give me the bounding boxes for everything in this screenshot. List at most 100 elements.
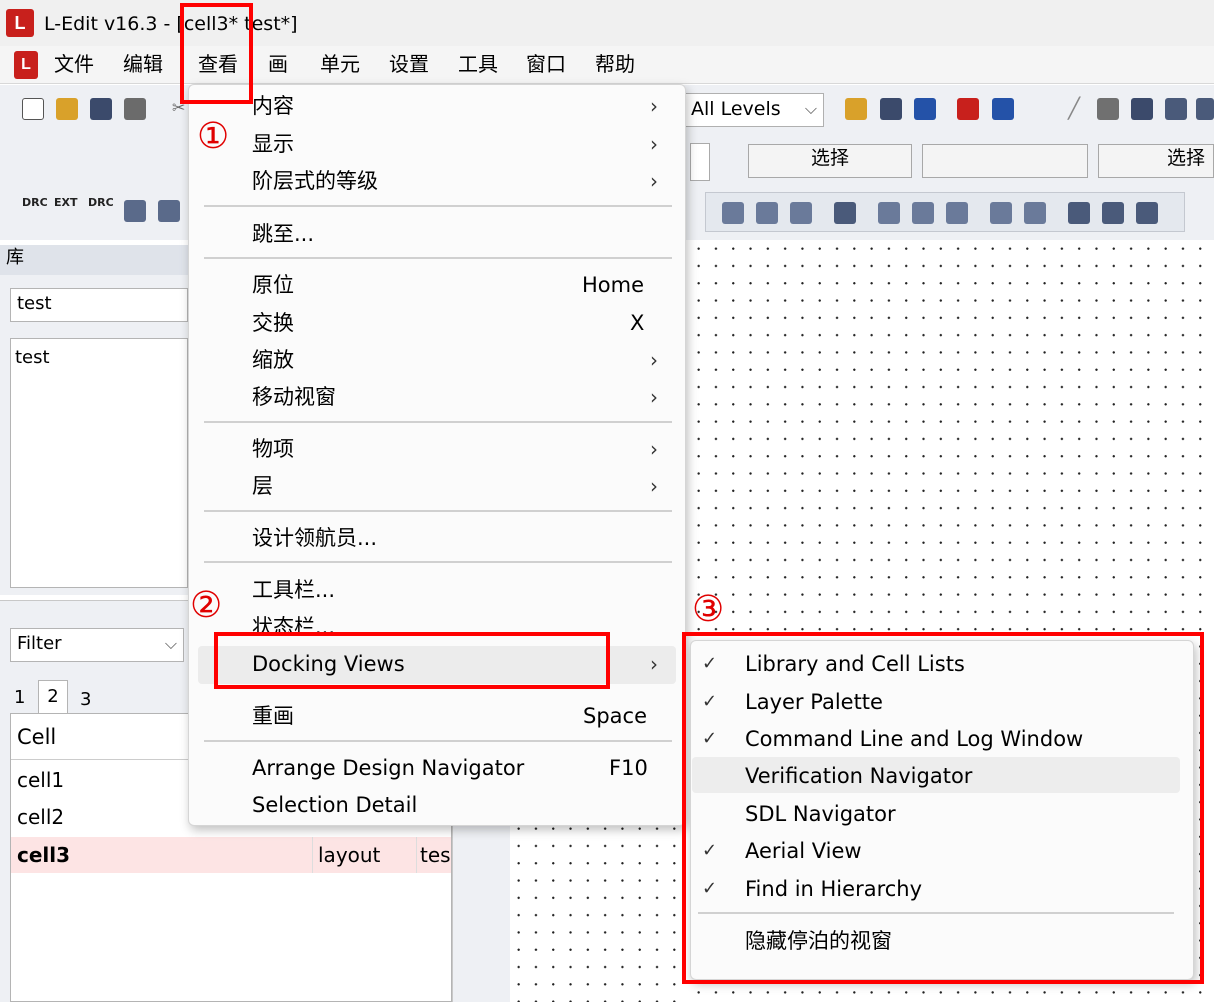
export-icon[interactable] — [1196, 98, 1214, 120]
align-middle-icon[interactable] — [912, 202, 934, 224]
print-icon[interactable] — [124, 98, 146, 120]
align-bottom-icon[interactable] — [946, 202, 968, 224]
cell-column-header[interactable]: Cell — [11, 714, 189, 760]
menu-item-hierarchy-levels[interactable]: 阶层式的等级 — [252, 167, 378, 195]
align-left-icon[interactable] — [722, 202, 744, 224]
chevron-right-icon: › — [650, 652, 658, 676]
menu-draw[interactable]: 画 — [268, 51, 288, 77]
wrench-icon[interactable] — [124, 200, 146, 222]
menu-separator — [204, 205, 672, 207]
selected-table-row[interactable] — [11, 837, 451, 873]
layout-icon-2[interactable] — [1102, 202, 1124, 224]
menu-cell[interactable]: 单元 — [320, 51, 360, 77]
step-1-marker: ① — [197, 116, 230, 157]
filter-combo[interactable]: Filter ⌵ — [10, 628, 184, 662]
filter-value: Filter — [17, 633, 62, 654]
drc-run-icon[interactable]: DRC — [22, 196, 48, 209]
menu-item-design-navigator[interactable]: 设计领航员... — [252, 524, 377, 552]
cell-tab-3[interactable]: 3 — [80, 686, 91, 714]
refresh-icon[interactable] — [914, 98, 936, 120]
open-folder-icon[interactable] — [56, 98, 78, 120]
column-divider — [312, 837, 313, 873]
levels-combo-value: All Levels — [691, 98, 781, 120]
menu-item-redraw[interactable]: 重画 — [252, 702, 294, 730]
ext-run-icon[interactable]: EXT — [54, 196, 78, 209]
menu-item-goto[interactable]: 跳至... — [252, 220, 314, 248]
library-list-item[interactable]: test — [11, 339, 187, 376]
shortcut-arrange-navigator: F10 — [609, 756, 648, 780]
distribute-h-icon[interactable] — [990, 202, 1012, 224]
chip-icon[interactable] — [834, 202, 856, 224]
chevron-down-icon: ⌵ — [804, 99, 817, 118]
library-name-field[interactable]: test — [10, 288, 188, 322]
menu-item-layers[interactable]: 层 — [252, 472, 273, 500]
copy-icon[interactable] — [880, 98, 902, 120]
levels-combo[interactable]: All Levels ⌵ — [684, 93, 824, 127]
menu-item-zoom[interactable]: 缩放 — [252, 346, 294, 374]
drc-check-icon[interactable]: DRC — [88, 196, 114, 209]
library-list[interactable]: test — [10, 338, 188, 588]
menu-window[interactable]: 窗口 — [526, 51, 566, 77]
menu-item-display[interactable]: 显示 — [252, 130, 294, 158]
select-button-2[interactable]: 选择 — [1098, 144, 1214, 178]
layout-canvas-lower[interactable] — [510, 820, 690, 1002]
menu-item-pan[interactable]: 移动视窗 — [252, 383, 336, 411]
chevron-right-icon: › — [650, 437, 658, 461]
menu-item-arrange-navigator[interactable]: Arrange Design Navigator — [252, 754, 524, 782]
chevron-right-icon: › — [650, 474, 658, 498]
menu-item-toolbars[interactable]: 工具栏... — [252, 576, 335, 604]
field-box[interactable] — [690, 143, 710, 181]
new-file-icon[interactable] — [22, 98, 44, 120]
menu-item-exchange[interactable]: 交换 — [252, 309, 294, 337]
cell-tab-1[interactable]: 1 — [14, 684, 25, 712]
menu-item-content[interactable]: 内容 — [252, 92, 294, 120]
layout-icon-3[interactable] — [1136, 202, 1158, 224]
tool-settings-icon[interactable] — [158, 200, 180, 222]
chevron-right-icon: › — [650, 385, 658, 409]
menu-item-statusbar[interactable]: 状态栏... — [252, 613, 335, 633]
distribute-v-icon[interactable] — [1024, 202, 1046, 224]
app-menu-icon[interactable]: L — [14, 51, 38, 79]
shortcut-redraw: Space — [583, 704, 647, 728]
select-button-1[interactable]: 选择 — [748, 144, 912, 178]
menu-item-selection-detail[interactable]: Selection Detail — [252, 791, 417, 819]
menu-setup[interactable]: 设置 — [389, 51, 429, 77]
cell-name: cell3 — [17, 843, 71, 867]
side-dock-strip — [452, 820, 510, 1002]
library-panel-header: 库 — [0, 245, 188, 275]
column-divider — [416, 837, 417, 873]
step-2-marker: ② — [190, 585, 223, 626]
align-top-icon[interactable] — [878, 202, 900, 224]
app-logo-icon: L — [6, 9, 34, 37]
shortcut-home: Home — [582, 273, 645, 297]
save-all-2-icon[interactable] — [1131, 98, 1153, 120]
menu-edit[interactable]: 编辑 — [123, 51, 163, 77]
annotation-box-view-menu — [180, 3, 253, 104]
menu-help[interactable]: 帮助 — [595, 51, 635, 77]
save-icon[interactable] — [1097, 98, 1119, 120]
chevron-right-icon: › — [650, 132, 658, 156]
annotation-box-docking-views — [214, 632, 610, 689]
line-tool-icon[interactable]: ╱ — [1068, 96, 1088, 122]
align-center-icon[interactable] — [756, 202, 778, 224]
menu-item-objects[interactable]: 物项 — [252, 435, 294, 463]
chevron-right-icon: › — [650, 94, 658, 118]
shortcut-exchange: X — [630, 311, 645, 335]
menu-separator — [204, 561, 672, 563]
menu-tools[interactable]: 工具 — [458, 51, 498, 77]
menu-separator — [204, 257, 672, 259]
align-right-icon[interactable] — [790, 202, 812, 224]
cell-tab-2[interactable]: 2 — [38, 680, 68, 714]
empty-toolbar-button[interactable] — [922, 144, 1088, 178]
book-icon[interactable] — [992, 98, 1014, 120]
import-icon[interactable] — [1165, 98, 1187, 120]
save-all-icon[interactable] — [90, 98, 112, 120]
cell-instance-icon[interactable] — [957, 98, 979, 120]
folder-open-icon[interactable] — [845, 98, 867, 120]
chevron-right-icon: › — [650, 169, 658, 193]
menu-item-home[interactable]: 原位 — [252, 271, 294, 299]
cell-view: layout — [318, 843, 381, 867]
step-3-marker: ③ — [692, 589, 725, 630]
layout-icon-1[interactable] — [1068, 202, 1090, 224]
menu-file[interactable]: 文件 — [54, 51, 94, 77]
